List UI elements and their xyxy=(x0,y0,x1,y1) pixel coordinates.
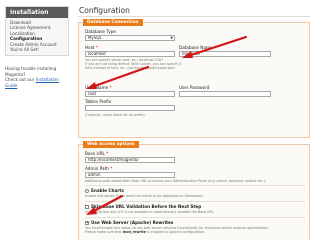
help-line: Check out our Installation Guide xyxy=(5,77,69,88)
enable-charts-note: Enable this option if you want the chart… xyxy=(85,194,204,198)
admin-path-note: Additional path added after Base URL to … xyxy=(85,179,266,183)
help-prefix: Check out our xyxy=(5,77,36,83)
required-marker: * xyxy=(109,85,112,90)
tables-prefix-note: (Optional. Leave blank for no prefix) xyxy=(85,113,145,117)
divider xyxy=(85,217,305,218)
skip-url-validation-option[interactable]: Skip Base URL Validation Before the Next… xyxy=(85,204,201,209)
installer-page: Installation Download License Agreement … xyxy=(0,0,314,240)
admin-path-label-text: Admin Path xyxy=(85,166,109,171)
database-type-label: Database Type xyxy=(85,29,116,34)
host-label-text: Host xyxy=(85,45,95,50)
dropdown-arrow-icon: ▼ xyxy=(170,36,173,40)
web-server-rewrites-checkbox[interactable] xyxy=(85,220,89,225)
divider xyxy=(85,201,305,202)
host-note-3: here instead of host, ex.: /var/run/mysq… xyxy=(85,66,176,70)
rewrites-note-prefix: Please make sure that xyxy=(85,230,123,234)
required-marker: * xyxy=(110,166,113,171)
web-server-rewrites-note-2: Please make sure that mod_rewrite is ena… xyxy=(85,230,205,234)
admin-path-input[interactable]: admin xyxy=(85,172,175,178)
user-name-label-text: User Name xyxy=(85,85,109,90)
tables-prefix-label: Tables Prefix xyxy=(85,99,112,104)
page-title: Configuration xyxy=(78,6,310,17)
host-input[interactable]: localhost xyxy=(85,51,175,57)
database-name-label: Database Name * xyxy=(179,45,216,50)
web-access-options-legend: Web access options xyxy=(83,141,139,148)
database-name-input[interactable]: magento xyxy=(179,51,271,57)
step-all-set: You're All Set! xyxy=(10,47,39,53)
database-name-label-text: Database Name xyxy=(179,45,213,50)
required-marker: * xyxy=(106,151,109,156)
enable-charts-label: Enable Charts xyxy=(91,188,124,193)
enable-charts-option[interactable]: Enable Charts xyxy=(85,188,124,193)
host-label: Host * xyxy=(85,45,98,50)
installation-sidebar: Installation Download License Agreement … xyxy=(5,6,69,88)
required-marker: * xyxy=(214,45,217,50)
user-name-input[interactable]: root xyxy=(85,91,175,97)
sidebar-title: Installation xyxy=(6,7,68,18)
web-server-rewrites-option[interactable]: Use Web Server (Apache) Rewrites xyxy=(85,220,173,225)
skip-url-validation-checkbox[interactable] xyxy=(85,204,89,209)
skip-url-validation-note: Check this box only if it is not possibl… xyxy=(85,210,215,214)
installation-steps-box: Installation Download License Agreement … xyxy=(5,6,69,57)
database-type-select[interactable]: MySQL ▼ xyxy=(85,35,175,41)
rewrites-note-suffix: is enabled in Apache configuration. xyxy=(145,230,206,234)
base-url-label-text: Base URL xyxy=(85,151,105,156)
steps-list: Download License Agreement Localization … xyxy=(6,18,68,55)
help-block: Having trouble installing Magento? Check… xyxy=(5,66,69,88)
mod-rewrite-code: mod_rewrite xyxy=(122,230,146,234)
database-connection-fieldset: Database Connection Database Type MySQL … xyxy=(78,19,310,138)
database-type-value: MySQL xyxy=(88,35,102,40)
enable-charts-radio[interactable] xyxy=(85,188,89,193)
tables-prefix-input[interactable] xyxy=(85,105,175,111)
admin-path-label: Admin Path * xyxy=(85,166,112,171)
base-url-label: Base URL * xyxy=(85,151,108,156)
skip-url-validation-label: Skip Base URL Validation Before the Next… xyxy=(91,204,202,209)
help-text: Having trouble installing Magento? xyxy=(5,66,57,77)
web-server-rewrites-label: Use Web Server (Apache) Rewrites xyxy=(91,220,174,225)
required-marker: * xyxy=(95,45,98,50)
user-name-label: User Name * xyxy=(85,85,112,90)
user-password-label: User Password xyxy=(179,85,210,90)
web-access-options-fieldset: Web access options Base URL * http://loc… xyxy=(78,141,310,240)
base-url-input[interactable]: http://localhost/magento/ xyxy=(85,157,175,163)
database-connection-legend: Database Connection xyxy=(83,19,143,26)
user-password-input[interactable] xyxy=(179,91,271,97)
main-content: Configuration Database Connection Databa… xyxy=(78,6,310,240)
divider xyxy=(85,185,305,186)
